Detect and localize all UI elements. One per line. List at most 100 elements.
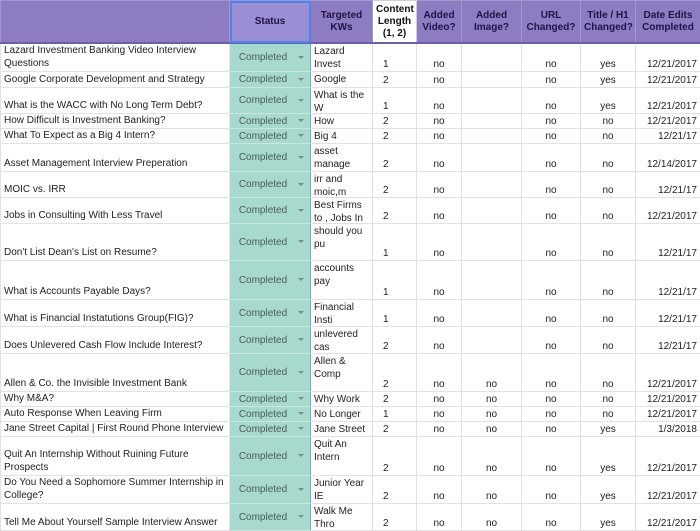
date-edits-completed-cell[interactable]: 12/21/2017	[636, 437, 700, 476]
status-dropdown[interactable]: Completed	[230, 43, 311, 72]
targeted-kws-cell[interactable]: Jane Street C	[311, 422, 373, 437]
title-cell[interactable]: What is the WACC with No Long Term Debt?	[1, 88, 230, 114]
added-video-cell[interactable]: no	[417, 504, 462, 531]
title-cell[interactable]: Jobs in Consulting With Less Travel	[1, 198, 230, 224]
content-length-cell[interactable]: 1	[373, 88, 417, 114]
date-edits-completed-cell[interactable]: 12/21/2017	[636, 392, 700, 407]
added-image-cell[interactable]	[462, 172, 522, 198]
targeted-kws-cell[interactable]: Why Work In .	[311, 392, 373, 407]
added-image-cell[interactable]	[462, 300, 522, 327]
url-changed-cell[interactable]: no	[522, 392, 581, 407]
content-length-cell[interactable]: 2	[373, 392, 417, 407]
url-changed-cell[interactable]: no	[522, 72, 581, 88]
chevron-down-icon[interactable]	[298, 488, 304, 491]
title-cell[interactable]: MOIC vs. IRR	[1, 172, 230, 198]
title-h1-changed-cell[interactable]: yes	[581, 88, 636, 114]
content-length-cell[interactable]: 2	[373, 437, 417, 476]
title-h1-changed-cell[interactable]: no	[581, 198, 636, 224]
url-changed-cell[interactable]: no	[522, 43, 581, 72]
targeted-kws-cell[interactable]: Walk Me Thro	[311, 504, 373, 531]
title-h1-changed-cell[interactable]: yes	[581, 43, 636, 72]
added-video-cell[interactable]: no	[417, 261, 462, 300]
status-dropdown[interactable]: Completed	[230, 114, 311, 129]
targeted-kws-cell[interactable]: irr and moic,m	[311, 172, 373, 198]
added-image-cell[interactable]	[462, 144, 522, 172]
chevron-down-icon[interactable]	[298, 311, 304, 314]
status-dropdown[interactable]: Completed	[230, 129, 311, 144]
targeted-kws-cell[interactable]: What is the W	[311, 88, 373, 114]
title-h1-changed-cell[interactable]: no	[581, 172, 636, 198]
url-changed-cell[interactable]: no	[522, 114, 581, 129]
content-length-cell[interactable]: 2	[373, 422, 417, 437]
targeted-kws-cell[interactable]: Allen & Comp	[311, 354, 373, 392]
title-h1-changed-cell[interactable]: no	[581, 144, 636, 172]
title-cell[interactable]: What is Financial Instatutions Group(FIG…	[1, 300, 230, 327]
column-header-added-image[interactable]: Added Image?	[462, 1, 522, 44]
chevron-down-icon[interactable]	[298, 134, 304, 137]
url-changed-cell[interactable]: no	[522, 198, 581, 224]
title-h1-changed-cell[interactable]: yes	[581, 476, 636, 504]
title-h1-changed-cell[interactable]: yes	[581, 72, 636, 88]
targeted-kws-cell[interactable]: No Longer Wi	[311, 407, 373, 422]
added-video-cell[interactable]: no	[417, 43, 462, 72]
chevron-down-icon[interactable]	[298, 209, 304, 212]
status-dropdown[interactable]: Completed	[230, 224, 311, 261]
status-dropdown[interactable]: Completed	[230, 504, 311, 531]
title-cell[interactable]: How Difficult is Investment Banking?	[1, 114, 230, 129]
column-header-title-h1-changed[interactable]: Title / H1 Changed?	[581, 1, 636, 44]
content-length-cell[interactable]: 1	[373, 261, 417, 300]
added-image-cell[interactable]	[462, 129, 522, 144]
title-cell[interactable]: Quit An Internship Without Ruining Futur…	[1, 437, 230, 476]
content-length-cell[interactable]: 1	[373, 43, 417, 72]
targeted-kws-cell[interactable]: accounts pay	[311, 261, 373, 300]
title-h1-changed-cell[interactable]: no	[581, 129, 636, 144]
added-image-cell[interactable]: no	[462, 392, 522, 407]
status-dropdown[interactable]: Completed	[230, 437, 311, 476]
title-cell[interactable]: Google Corporate Development and Strateg…	[1, 72, 230, 88]
added-video-cell[interactable]: no	[417, 327, 462, 354]
added-image-cell[interactable]	[462, 224, 522, 261]
added-image-cell[interactable]	[462, 88, 522, 114]
chevron-down-icon[interactable]	[298, 78, 304, 81]
status-dropdown[interactable]: Completed	[230, 198, 311, 224]
date-edits-completed-cell[interactable]: 12/21/2017	[636, 407, 700, 422]
status-dropdown[interactable]: Completed	[230, 422, 311, 437]
content-length-cell[interactable]: 2	[373, 327, 417, 354]
title-h1-changed-cell[interactable]: yes	[581, 422, 636, 437]
status-dropdown[interactable]: Completed	[230, 407, 311, 422]
date-edits-completed-cell[interactable]: 12/21/2017	[636, 354, 700, 392]
date-edits-completed-cell[interactable]: 12/21/17	[636, 129, 700, 144]
added-video-cell[interactable]: no	[417, 437, 462, 476]
content-length-cell[interactable]: 1	[373, 300, 417, 327]
chevron-down-icon[interactable]	[298, 183, 304, 186]
date-edits-completed-cell[interactable]: 12/21/17	[636, 327, 700, 354]
added-image-cell[interactable]	[462, 114, 522, 129]
content-length-cell[interactable]: 2	[373, 198, 417, 224]
chevron-down-icon[interactable]	[298, 397, 304, 400]
content-length-cell[interactable]: 1	[373, 224, 417, 261]
status-dropdown[interactable]: Completed	[230, 300, 311, 327]
added-image-cell[interactable]	[462, 261, 522, 300]
chevron-down-icon[interactable]	[298, 56, 304, 59]
chevron-down-icon[interactable]	[298, 338, 304, 341]
date-edits-completed-cell[interactable]: 12/21/17	[636, 300, 700, 327]
date-edits-completed-cell[interactable]: 12/21/2017	[636, 114, 700, 129]
status-dropdown[interactable]: Completed	[230, 172, 311, 198]
targeted-kws-cell[interactable]: Junior Year IE	[311, 476, 373, 504]
date-edits-completed-cell[interactable]: 12/21/2017	[636, 72, 700, 88]
targeted-kws-cell[interactable]: asset manage	[311, 144, 373, 172]
added-image-cell[interactable]	[462, 43, 522, 72]
added-image-cell[interactable]	[462, 72, 522, 88]
chevron-down-icon[interactable]	[298, 427, 304, 430]
status-dropdown[interactable]: Completed	[230, 261, 311, 300]
title-cell[interactable]: What is Accounts Payable Days?	[1, 261, 230, 300]
url-changed-cell[interactable]: no	[522, 422, 581, 437]
status-dropdown[interactable]: Completed	[230, 327, 311, 354]
added-video-cell[interactable]: no	[417, 144, 462, 172]
url-changed-cell[interactable]: no	[522, 261, 581, 300]
title-cell[interactable]: What To Expect as a Big 4 Intern?	[1, 129, 230, 144]
date-edits-completed-cell[interactable]: 12/21/2017	[636, 88, 700, 114]
url-changed-cell[interactable]: no	[522, 300, 581, 327]
column-header-content-length[interactable]: Content Length (1, 2)	[373, 1, 417, 44]
url-changed-cell[interactable]: no	[522, 407, 581, 422]
